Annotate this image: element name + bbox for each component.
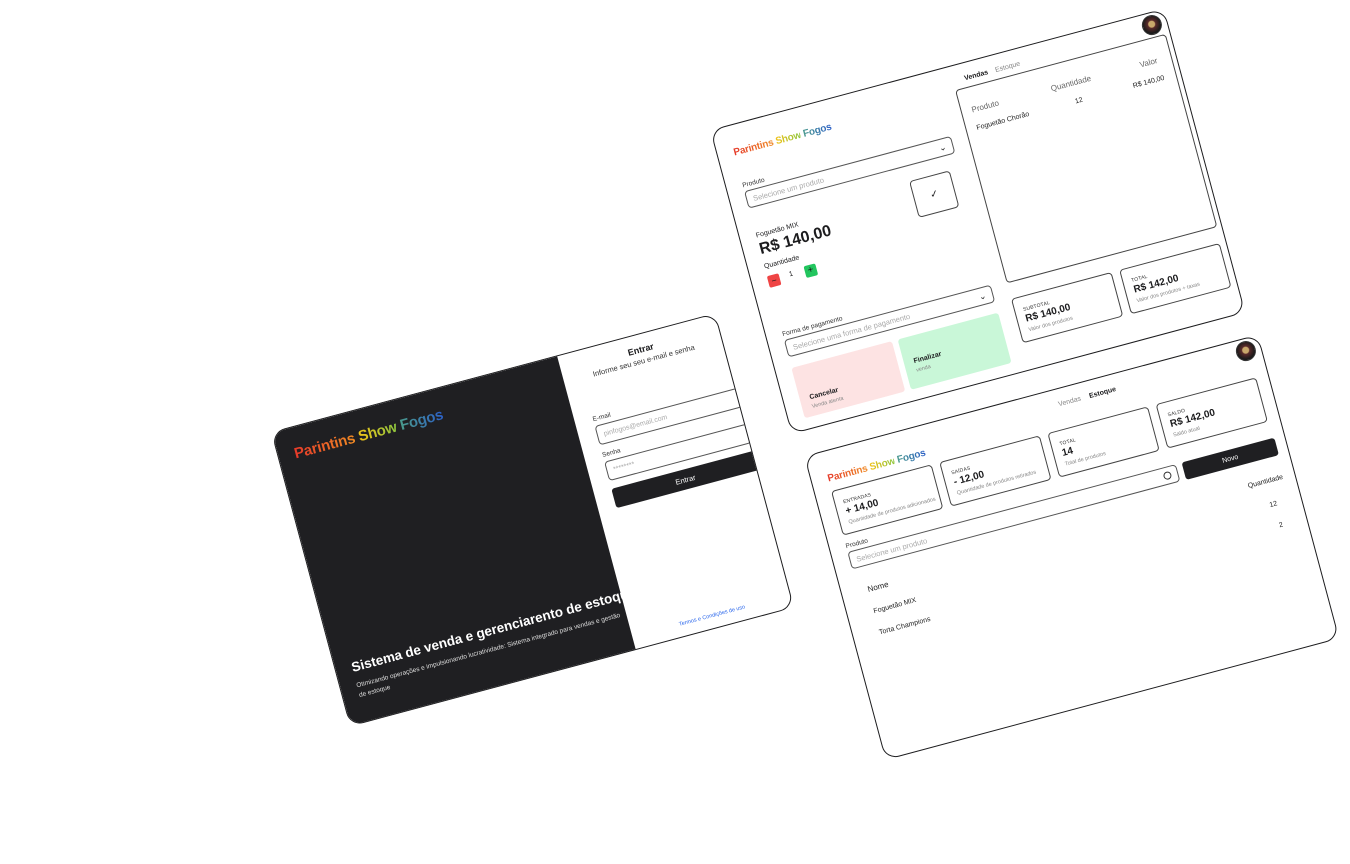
- chevron-down-icon: ⌄: [937, 141, 948, 153]
- user-avatar[interactable]: [1233, 338, 1259, 364]
- finish-sale-button[interactable]: Finalizar venda: [897, 312, 1012, 390]
- email-placeholder: pinfogos@email.com: [602, 413, 668, 438]
- saldo-card: SALDO R$ 142,00 Saldo atual: [1155, 377, 1268, 449]
- quantity-plus-button[interactable]: +: [803, 263, 819, 279]
- chevron-down-icon: ⌄: [977, 289, 988, 302]
- confirm-product-button[interactable]: ✓: [909, 170, 960, 218]
- col-nome: Nome: [866, 579, 890, 594]
- quantity-minus-button[interactable]: −: [766, 273, 782, 288]
- user-avatar[interactable]: [1139, 12, 1165, 38]
- cart-row-produto: Foguetão Chorão: [975, 110, 1031, 132]
- cancel-sale-button[interactable]: Cancelar Venda atenta: [791, 341, 906, 419]
- nav-estoque[interactable]: Estoque: [994, 61, 1021, 74]
- cart-table: Produto Quantidade Valor Foguetão Chorão…: [955, 33, 1218, 284]
- stock-row-nome: Foguetão MIX: [872, 597, 918, 616]
- cart-row-quantidade: 12: [1074, 96, 1084, 106]
- stock-row-quantidade: 2: [1278, 521, 1284, 530]
- finish-title: Finalizar: [912, 350, 943, 366]
- brand-logo: Parintins Show Fogos: [292, 406, 446, 463]
- finish-subtitle: venda: [915, 364, 932, 374]
- total-value: 14: [1060, 445, 1075, 459]
- subtotal-card: SUBTOTAL R$ 140,00 Valor dos produtos: [1010, 271, 1124, 344]
- saidas-card: SAÍDAS - 12,00 Quantidade de produtos re…: [939, 435, 1052, 507]
- quantity-value: 1: [788, 270, 794, 279]
- check-icon: ✓: [928, 187, 940, 201]
- password-placeholder: ********: [612, 460, 636, 474]
- cart-row-valor: R$ 140,00: [1132, 74, 1166, 90]
- total-card: TOTAL R$ 142,00 Valor dos produtos + tax…: [1119, 242, 1232, 315]
- stock-row-nome: Torta Champions: [878, 615, 932, 637]
- login-screen: Parintins Show Fogos Sistema de venda e …: [271, 312, 795, 727]
- search-icon[interactable]: [1162, 470, 1173, 481]
- col-quantidade: Quantidade: [1049, 73, 1093, 94]
- col-valor: Valor: [1138, 56, 1159, 70]
- nav-vendas[interactable]: Vendas: [1058, 395, 1082, 408]
- nav-estoque[interactable]: Estoque: [1088, 386, 1116, 400]
- new-product-button[interactable]: Novo: [1181, 437, 1279, 480]
- col-produto: Produto: [970, 98, 1001, 115]
- terms-link[interactable]: Termos e Condições de uso: [632, 592, 793, 641]
- total-card: TOTAL 14 Total de produtos: [1047, 406, 1160, 478]
- col-quantidade: Quantidade: [1247, 473, 1284, 490]
- stock-row-quantidade: 12: [1268, 500, 1279, 510]
- nav-vendas[interactable]: Vendas: [964, 69, 989, 82]
